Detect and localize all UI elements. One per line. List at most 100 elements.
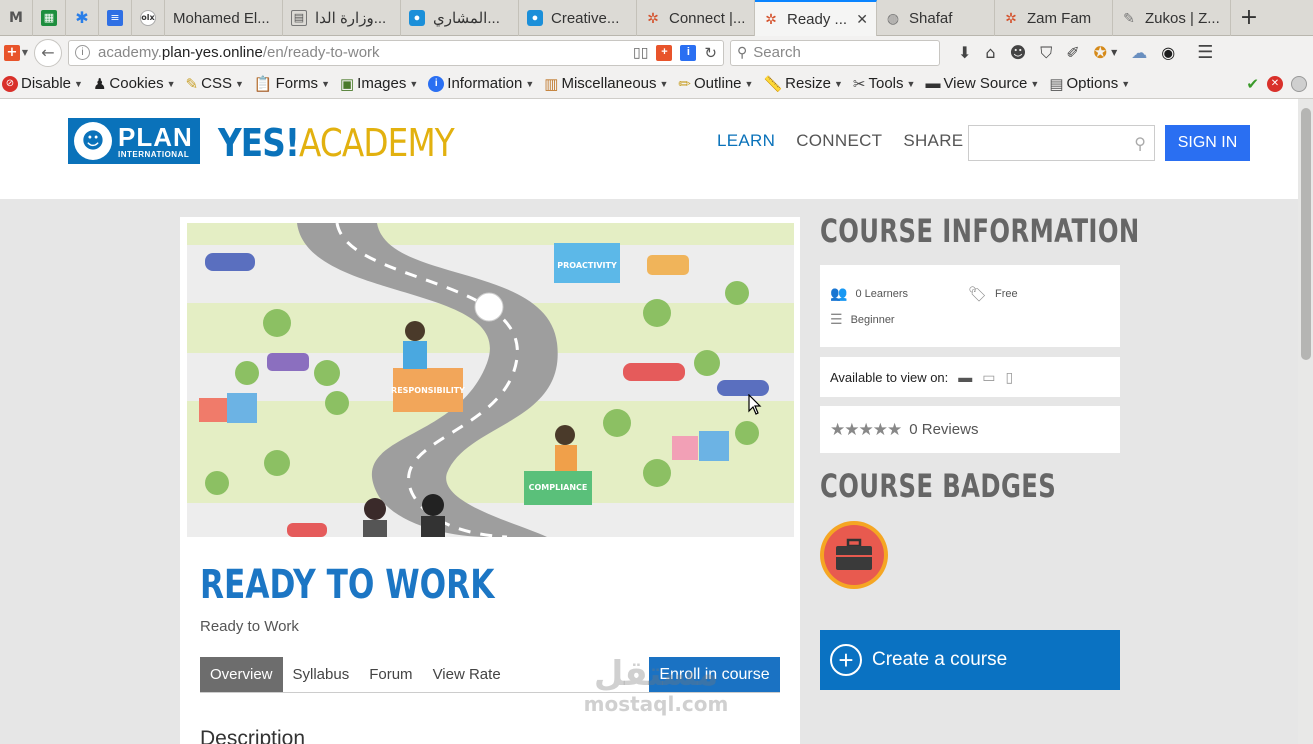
- extension-icon[interactable]: ✪: [1094, 43, 1107, 62]
- desktop-icon: ▬: [958, 369, 973, 385]
- addon-button[interactable]: + ▼: [3, 41, 28, 65]
- plan-logo-international: INTERNATIONAL: [118, 149, 190, 159]
- pinned-tab-olx[interactable]: olx: [132, 0, 165, 36]
- cookies-icon: ♟: [92, 75, 107, 93]
- dev-menu-information[interactable]: i Information ▼: [428, 75, 534, 92]
- tab-shafaf[interactable]: ◍ Shafaf: [877, 0, 995, 36]
- mostaql-watermark: مستقل mostaql.com: [576, 655, 736, 715]
- logo-yes-text: YES!: [218, 121, 300, 165]
- hero-label-compliance: COMPLIANCE: [529, 483, 588, 492]
- nav-connect[interactable]: CONNECT: [796, 131, 882, 151]
- logo-academy-text: ACADEMY: [299, 121, 455, 165]
- url-bar[interactable]: i academy.plan-yes.online/en/ready-to-wo…: [68, 39, 724, 66]
- disable-icon: ⊘: [2, 75, 18, 92]
- dev-menu-options[interactable]: ▤ Options ▼: [1049, 75, 1130, 93]
- nav-share[interactable]: SHARE: [903, 131, 963, 151]
- dev-menu-outline[interactable]: ✏ Outline ▼: [678, 75, 753, 93]
- addon-plus-icon[interactable]: +: [656, 44, 673, 61]
- dev-menu-tools[interactable]: ✂ Tools ▼: [853, 75, 916, 93]
- check-icon[interactable]: ✔: [1246, 75, 1259, 93]
- pinned-tab-sheets[interactable]: ▦: [33, 0, 66, 36]
- pin-icon[interactable]: ✐: [1066, 43, 1079, 62]
- tab-overview[interactable]: Overview: [200, 657, 283, 692]
- page-scrollbar-thumb[interactable]: [1301, 108, 1311, 360]
- tab-connect[interactable]: ✲ Connect |...: [637, 0, 755, 36]
- circle-app-icon: ●: [409, 10, 425, 26]
- tab-ready-to-work[interactable]: ✲ Ready ... ✕: [755, 0, 877, 36]
- tab-view-rate[interactable]: View Rate: [423, 657, 511, 692]
- dev-menu-view-source[interactable]: ▬ View Source ▼: [925, 75, 1039, 92]
- tab-projects[interactable]: ● المشاري...: [401, 0, 519, 36]
- reload-icon[interactable]: ↻: [704, 44, 717, 62]
- main-nav: LEARN CONNECT SHARE: [717, 131, 963, 151]
- home-icon[interactable]: ⌂: [985, 43, 995, 62]
- globe-icon: ◍: [886, 10, 900, 26]
- learners-row: 👥 0 Learners: [830, 285, 908, 302]
- camera-icon[interactable]: ◉: [1161, 43, 1175, 62]
- dev-menu-forms[interactable]: 📋 Forms ▼: [254, 75, 330, 93]
- new-tab-button[interactable]: +: [1231, 0, 1267, 35]
- pinned-tab-docs[interactable]: ≡: [99, 0, 132, 36]
- chevron-down-icon: ▼: [525, 78, 535, 89]
- watermark-latin: mostaql.com: [583, 692, 729, 716]
- create-course-label: Create a course: [872, 649, 1008, 670]
- rating-stars[interactable]: ★★★★★: [830, 419, 902, 440]
- pinwheel-icon: ✲: [1005, 10, 1017, 26]
- star-icon: ★: [844, 419, 859, 439]
- dev-menu-miscellaneous[interactable]: ▥ Miscellaneous ▼: [544, 75, 668, 93]
- description-heading: Description: [200, 727, 306, 744]
- dev-menu-images[interactable]: ▣ Images ▼: [340, 75, 418, 93]
- error-icon[interactable]: ✕: [1267, 75, 1283, 92]
- misc-icon: ▥: [544, 75, 559, 93]
- browser-search-input[interactable]: ⚲ Search: [730, 39, 940, 66]
- cloud-icon[interactable]: ☁: [1131, 43, 1147, 62]
- tab-mohamed[interactable]: Mohamed El...: [165, 0, 283, 36]
- course-subtitle: Ready to Work: [200, 618, 299, 635]
- dev-menu-css[interactable]: ✎ CSS ▼: [186, 75, 244, 93]
- back-button[interactable]: ←: [34, 38, 62, 67]
- dev-menu-disable[interactable]: ⊘ Disable ▼: [2, 75, 83, 92]
- chevron-down-icon: ▼: [659, 78, 669, 89]
- tab-forum[interactable]: Forum: [359, 657, 422, 692]
- pinned-tab-app[interactable]: ✱: [66, 0, 99, 36]
- status-circle-icon[interactable]: [1291, 75, 1307, 92]
- emoji-icon[interactable]: ☻: [1010, 43, 1027, 62]
- pocket-icon[interactable]: ⛉: [1040, 43, 1052, 63]
- tab-zukos[interactable]: ✎ Zukos | Z...: [1113, 0, 1231, 36]
- star-icon: ★: [830, 419, 845, 439]
- tab-syllabus[interactable]: Syllabus: [283, 657, 360, 692]
- create-course-button[interactable]: + Create a course: [820, 630, 1120, 690]
- download-icon[interactable]: ⬇: [958, 43, 971, 62]
- tab-label: Zukos | Z...: [1145, 9, 1220, 27]
- browser-tab-strip: M ▦ ✱ ≡ olx Mohamed El... ▤ وزارة الدا..…: [0, 0, 1313, 36]
- dev-menu-label: Miscellaneous: [561, 75, 657, 92]
- site-search-input[interactable]: ⚲: [968, 125, 1155, 161]
- sign-in-button[interactable]: SIGN IN: [1165, 125, 1250, 161]
- learners-count: 0 Learners: [855, 287, 909, 300]
- yes-academy-logo[interactable]: YES!ACADEMY: [218, 121, 455, 165]
- tab-label: Zam Fam: [1027, 9, 1092, 27]
- asterisk-icon: ✱: [75, 7, 89, 27]
- dev-menu-cookies[interactable]: ♟ Cookies ▼: [93, 75, 176, 93]
- tab-creative[interactable]: ● Creative...: [519, 0, 637, 36]
- browser-nav-bar: + ▼ ← i academy.plan-yes.online/en/ready…: [0, 36, 1313, 69]
- chevron-down-icon[interactable]: ▼: [1111, 48, 1117, 57]
- course-badge[interactable]: [820, 521, 888, 589]
- reviews-count[interactable]: 0 Reviews: [909, 421, 978, 438]
- close-tab-icon[interactable]: ✕: [856, 11, 868, 28]
- tab-ministry[interactable]: ▤ وزارة الدا...: [283, 0, 401, 36]
- torn-paper-edge: [0, 180, 1298, 192]
- reader-view-icon[interactable]: ▯▯: [633, 44, 648, 61]
- tab-zam-fam[interactable]: ✲ Zam Fam: [995, 0, 1113, 36]
- pinned-tab-gmail[interactable]: M: [0, 0, 33, 36]
- plan-international-logo[interactable]: ☻ PLAN INTERNATIONAL: [68, 118, 200, 164]
- nav-learn[interactable]: LEARN: [717, 131, 775, 151]
- chevron-down-icon: ▼: [1121, 78, 1131, 89]
- search-icon[interactable]: ⚲: [1134, 134, 1146, 153]
- info-square-icon[interactable]: i: [680, 44, 697, 61]
- sheets-icon: ▦: [41, 9, 57, 26]
- dev-menu-resize[interactable]: 📏 Resize ▼: [763, 75, 842, 93]
- pinned-tabs: M ▦ ✱ ≡ olx: [0, 0, 165, 36]
- menu-icon[interactable]: ☰: [1197, 42, 1213, 63]
- tab-label: Connect |...: [669, 9, 746, 27]
